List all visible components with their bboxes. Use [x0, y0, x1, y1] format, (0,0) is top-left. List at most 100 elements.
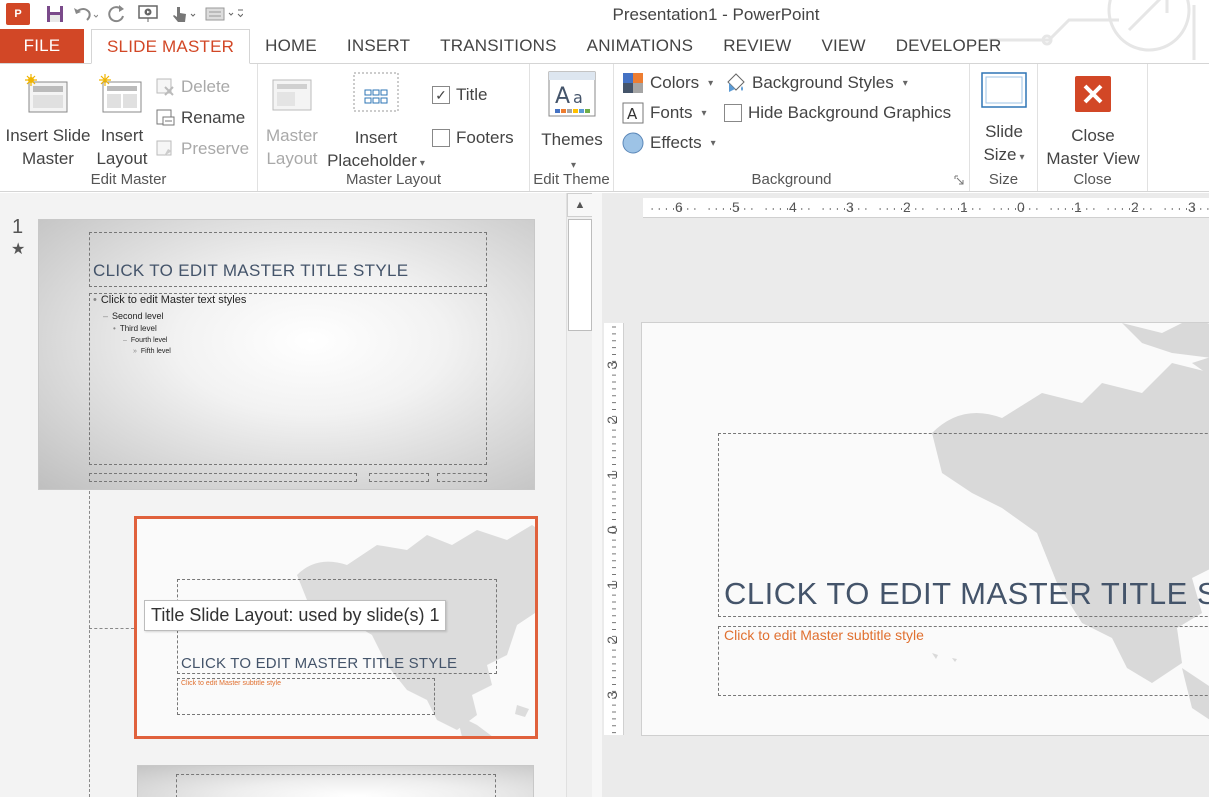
group-edit-master: Insert Slide Master Insert Layout Delete…	[0, 64, 258, 191]
footers-check-box-icon	[432, 129, 450, 147]
master-thumb-title: CLICK TO EDIT MASTER TITLE STYLE	[93, 261, 409, 280]
vruler-label: 1	[603, 581, 620, 589]
preserve-button[interactable]: Preserve	[155, 136, 249, 162]
tab-home[interactable]: HOME	[250, 29, 332, 63]
effects-icon	[622, 132, 644, 154]
title-checkbox[interactable]: ✓ Title	[432, 82, 488, 108]
window-title: Presentation1 - PowerPoint	[612, 5, 820, 24]
colors-icon	[623, 73, 643, 93]
hruler-label: 3	[1188, 199, 1196, 215]
insert-placeholder-button[interactable]: Insert Placeholder ▾	[322, 70, 430, 175]
chevron-down-icon: ▾	[708, 77, 714, 89]
pane-splitter[interactable]	[592, 193, 602, 797]
tab-transitions[interactable]: TRANSITIONS	[425, 29, 572, 63]
tab-insert[interactable]: INSERT	[332, 29, 425, 63]
master-number-placeholder	[437, 473, 487, 482]
preserve-icon	[156, 140, 172, 156]
layout-tree-branch	[89, 628, 134, 629]
tab-file[interactable]: FILE	[0, 29, 84, 63]
master-level-1: • Click to edit Master text styles	[93, 294, 247, 306]
layout-thumb-title: CLICK TO EDIT MASTER TITLE STYLE	[181, 655, 458, 672]
editor-slide-subtitle[interactable]: Click to edit Master subtitle style	[724, 627, 924, 643]
delete-icon	[156, 78, 174, 96]
close-master-view-icon	[1075, 76, 1111, 112]
themes-button[interactable]: Aa Themes ▾	[536, 70, 608, 177]
chevron-down-icon: ▾	[1019, 152, 1025, 163]
svg-text:A: A	[627, 105, 638, 123]
insert-slide-master-label-2: Master	[22, 149, 74, 168]
level-1-text: Click to edit Master text styles	[100, 294, 247, 306]
preserve-label: Preserve	[181, 139, 250, 158]
insert-placeholder-label-1: Insert	[354, 128, 398, 147]
group-close: Close Master View Close	[1038, 64, 1148, 191]
effects-button[interactable]: Effects ▾	[622, 130, 716, 156]
third-layout-thumbnail[interactable]	[137, 765, 534, 797]
size-group-label: Size	[988, 171, 1019, 188]
hruler-label: 5	[732, 199, 740, 215]
star-icon: ★	[11, 241, 26, 258]
hruler-label: 3	[846, 199, 854, 215]
insert-placeholder-label-2: Placeholder	[327, 151, 417, 170]
group-master-layout: Master Layout Insert Placeholder ▾ ✓ Titl…	[258, 64, 530, 191]
tab-slide-master[interactable]: SLIDE MASTER	[91, 29, 251, 64]
close-master-view-label-2: Master View	[1046, 149, 1140, 168]
hruler-label: 6	[675, 199, 683, 215]
level-3-text: Third level	[119, 324, 157, 333]
hruler-label: 1	[1074, 199, 1082, 215]
colors-button[interactable]: Colors ▾	[622, 70, 713, 96]
fonts-icon: A	[622, 102, 644, 124]
tab-developer[interactable]: DEVELOPER	[881, 29, 1017, 63]
tab-animations[interactable]: ANIMATIONS	[572, 29, 709, 63]
horizontal-ruler: 6 5 4 3 2 1 0 1 2 3	[643, 198, 1209, 218]
rename-label: Rename	[181, 108, 246, 127]
effects-label: Effects	[650, 133, 702, 152]
fonts-label: Fonts	[650, 103, 693, 122]
vruler-label: 0	[603, 526, 620, 534]
third-title-placeholder	[176, 774, 496, 797]
editor-slide-title[interactable]: CLICK TO EDIT MASTER TITLE STYLE	[724, 576, 1209, 612]
vertical-ruler: 3 2 1 0 1 2 3	[604, 323, 624, 735]
background-styles-icon	[727, 73, 745, 92]
thumbnail-scrollbar[interactable]: ▲	[566, 193, 593, 797]
insert-layout-button[interactable]: Insert Layout	[94, 74, 150, 170]
dialog-launcher-icon[interactable]	[954, 175, 964, 185]
svg-text:a: a	[573, 88, 583, 107]
chevron-down-icon: ▾	[902, 77, 908, 89]
scroll-up-icon[interactable]: ▲	[567, 193, 593, 217]
vruler-label: 3	[603, 691, 620, 699]
insert-slide-master-button[interactable]: Insert Slide Master	[2, 74, 94, 170]
slide-size-button[interactable]: Slide Size ▾	[970, 70, 1038, 169]
level-5-text: Fifth level	[140, 348, 171, 355]
hide-background-graphics-checkbox[interactable]: Hide Background Graphics	[724, 100, 951, 126]
footers-checkbox-label: Footers	[456, 128, 514, 147]
chevron-down-icon: ▾	[710, 137, 716, 149]
close-master-view-button[interactable]: Close Master View	[1038, 74, 1148, 170]
slide-canvas[interactable]: CLICK TO EDIT MASTER TITLE STYLE Click t…	[641, 322, 1209, 736]
close-master-view-label-1: Close	[1071, 126, 1115, 145]
colors-label: Colors	[650, 73, 700, 92]
layout-tree-line	[89, 491, 90, 797]
slide-master-thumbnail[interactable]: CLICK TO EDIT MASTER TITLE STYLE • Click …	[38, 219, 535, 490]
tab-review[interactable]: REVIEW	[708, 29, 806, 63]
master-layout-button[interactable]: Master Layout	[260, 74, 324, 170]
hruler-label: 0	[1017, 199, 1025, 215]
master-slide-number: 1	[12, 216, 24, 238]
group-edit-theme: Aa Themes ▾ Edit Theme	[530, 64, 614, 191]
delete-button[interactable]: Delete	[155, 74, 230, 100]
scrollbar-thumb[interactable]	[568, 219, 592, 331]
master-level-2: – Second level	[103, 311, 164, 321]
vruler-label: 2	[603, 416, 620, 424]
level-4-text: Fourth level	[130, 337, 168, 344]
footers-checkbox[interactable]: Footers	[432, 125, 514, 151]
title-check-icon: ✓	[432, 86, 450, 104]
fonts-button[interactable]: A Fonts ▾	[622, 100, 707, 126]
insert-layout-label-2: Layout	[96, 149, 148, 168]
rename-button[interactable]: Rename	[155, 105, 245, 131]
tab-view[interactable]: VIEW	[806, 29, 880, 63]
chevron-down-icon: ▾	[570, 160, 577, 171]
rename-icon	[156, 109, 175, 126]
insert-slide-master-label-1: Insert Slide	[5, 126, 91, 145]
background-styles-label: Background Styles	[752, 73, 894, 92]
background-group-label: Background	[751, 171, 832, 188]
background-styles-button[interactable]: Background Styles ▾	[724, 70, 908, 96]
